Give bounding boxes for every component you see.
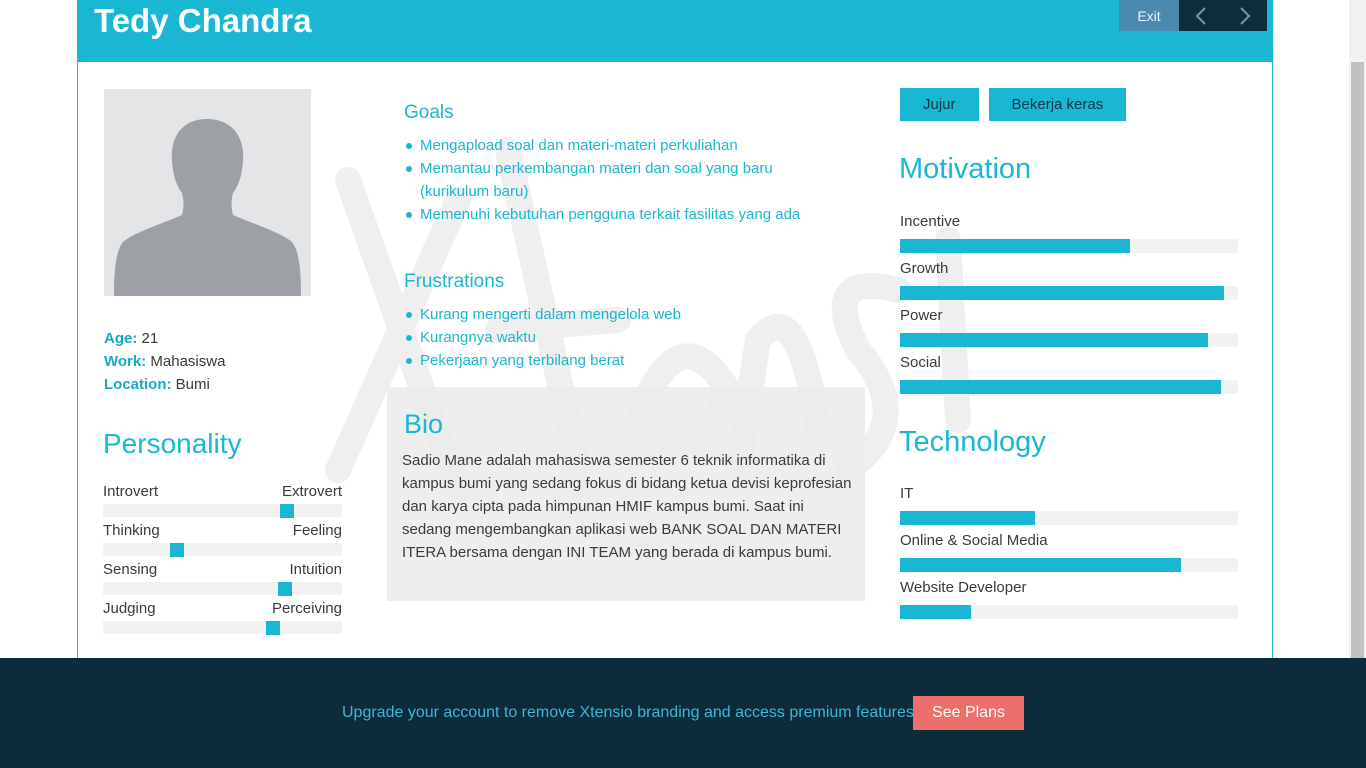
prev-button[interactable] [1179, 0, 1223, 31]
motivation-bar: Power [900, 307, 1238, 347]
personality-slider: Thinking Feeling [103, 522, 342, 557]
trait-right-label: Extrovert [281, 483, 342, 500]
bar-track [900, 558, 1238, 572]
technology-bar: Website Developer [900, 579, 1238, 619]
location-value: Bumi [175, 376, 210, 393]
bar-fill [900, 239, 1130, 253]
technology-title: Technology [899, 426, 1046, 458]
exit-button[interactable]: Exit [1119, 0, 1179, 31]
bar-label: Online & Social Media [900, 532, 1048, 549]
next-button[interactable] [1223, 0, 1267, 31]
bar-fill [900, 605, 971, 619]
bar-fill [900, 558, 1181, 572]
list-item: Pekerjaan yang terbilang berat [404, 349, 834, 372]
tag-bekerja-keras[interactable]: Bekerja keras [988, 88, 1127, 121]
persona-name: Tedy Chandra [94, 2, 312, 39]
bar-label: Website Developer [900, 579, 1027, 596]
slider-track [103, 543, 342, 557]
page-scrollbar[interactable] [1349, 0, 1366, 658]
persona-header: Tedy Chandra [78, 0, 1272, 62]
age-value: 21 [141, 330, 159, 347]
persona-nav: Exit [1119, 0, 1267, 31]
bar-track [900, 333, 1238, 347]
list-item: Memantau perkembangan materi dan soal ya… [404, 157, 794, 203]
personality-slider: Introvert Extrovert [103, 483, 342, 518]
slider-track [103, 621, 342, 635]
bar-track [900, 380, 1238, 394]
bar-label: Growth [900, 260, 949, 277]
see-plans-button[interactable]: See Plans [913, 696, 1024, 730]
frustrations-list: Kurang mengerti dalam mengelola web Kura… [404, 303, 834, 372]
scrollbar-thumb[interactable] [1351, 62, 1364, 658]
bar-track [900, 605, 1238, 619]
location-label: Location: [104, 376, 172, 393]
chevron-right-icon [1240, 6, 1251, 25]
slider-track [103, 582, 342, 596]
work-row: Work: Mahasiswa [104, 350, 225, 373]
bar-fill [900, 511, 1036, 525]
upgrade-footer: Upgrade your account to remove Xtensio b… [0, 658, 1366, 768]
persona-card: Tedy Chandra Exit Age: 21 Work: Mahasisw [77, 0, 1273, 658]
bar-label: Social [900, 354, 941, 371]
trait-right-label: Feeling [292, 522, 342, 539]
bar-fill [900, 380, 1222, 394]
personality-slider: Sensing Intuition [103, 561, 342, 596]
age-label: Age: [104, 330, 138, 347]
trait-right-label: Intuition [289, 561, 342, 578]
bar-fill [900, 286, 1225, 300]
work-value: Mahasiswa [150, 353, 226, 370]
motivation-title: Motivation [899, 153, 1032, 185]
chevron-left-icon [1195, 6, 1206, 25]
slider-knob[interactable] [265, 621, 280, 635]
age-row: Age: 21 [104, 327, 225, 350]
trait-left-label: Judging [103, 600, 156, 617]
user-silhouette-icon [114, 119, 301, 296]
list-item: Kurang mengerti dalam mengelola web [404, 303, 834, 326]
slider-knob[interactable] [277, 582, 292, 596]
motivation-bar: Growth [900, 260, 1238, 300]
tag-jujur[interactable]: Jujur [900, 88, 979, 121]
personality-slider: Judging Perceiving [103, 600, 342, 635]
upgrade-message: Upgrade your account to remove Xtensio b… [342, 704, 919, 721]
trait-tags: Jujur Bekerja keras [900, 88, 1127, 121]
bio-title: Bio [404, 409, 444, 439]
bar-fill [900, 333, 1208, 347]
profile-info: Age: 21 Work: Mahasiswa Location: Bumi [104, 327, 225, 396]
motivation-bar: Incentive [900, 213, 1238, 253]
technology-bar: IT [900, 485, 1238, 525]
slider-track [103, 504, 342, 518]
list-item: Memenuhi kebutuhan pengguna terkait fasi… [404, 203, 834, 226]
bar-label: IT [900, 485, 914, 502]
bar-track [900, 239, 1238, 253]
location-row: Location: Bumi [104, 373, 225, 396]
bar-label: Incentive [900, 213, 961, 230]
bar-track [900, 286, 1238, 300]
personality-title: Personality [103, 428, 242, 459]
avatar [104, 89, 311, 296]
trait-left-label: Introvert [103, 483, 159, 500]
work-label: Work: [104, 353, 147, 370]
frustrations-title: Frustrations [404, 271, 505, 292]
bar-label: Power [900, 307, 943, 324]
slider-knob[interactable] [280, 504, 295, 518]
bio-text: Sadio Mane adalah mahasiswa semester 6 t… [402, 452, 852, 561]
list-item: Mengapload soal dan materi-materi perkul… [404, 134, 834, 157]
list-item: Kurangnya waktu [404, 326, 834, 349]
slider-knob[interactable] [170, 543, 185, 557]
trait-left-label: Sensing [103, 561, 158, 578]
motivation-bar: Social [900, 354, 1238, 394]
bio-box: Bio Sadio Mane adalah mahasiswa semester… [387, 387, 865, 601]
technology-bar: Online & Social Media [900, 532, 1238, 572]
trait-right-label: Perceiving [271, 600, 342, 617]
goals-list: Mengapload soal dan materi-materi perkul… [404, 134, 834, 226]
bar-track [900, 511, 1238, 525]
trait-left-label: Thinking [103, 522, 160, 539]
goals-title: Goals [404, 102, 454, 123]
